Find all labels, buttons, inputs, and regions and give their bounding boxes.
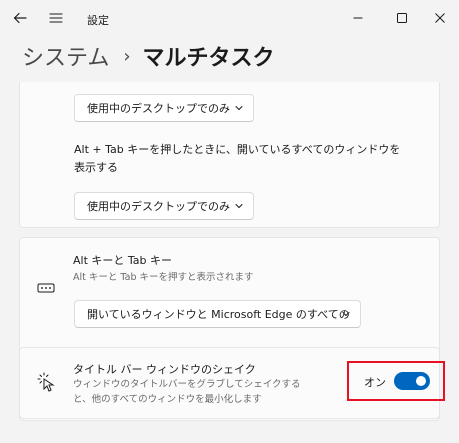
title-bar-shake-card: タイトル バー ウィンドウのシェイク ウィンドウのタイトルバーをグラブしてシェイ… [19,347,445,419]
shake-toggle-switch[interactable] [394,372,430,390]
close-icon [435,13,445,23]
breadcrumb-separator: › [123,45,131,67]
dropdown-value: 使用中のデスクトップでのみ [87,102,230,115]
back-button[interactable] [6,6,34,30]
keyboard-icon [37,283,55,293]
hamburger-menu-icon [49,13,63,23]
minimize-icon [353,17,363,19]
shake-description: ウィンドウのタイトルバーをグラブしてシェイクすると、他のすべてのウィンドウを最小… [73,379,301,405]
alt-tab-desktop-settings-card: 使用中のデスクトップでのみ Alt + Tab キーを押したときに、開いているす… [19,82,440,228]
breadcrumb-parent-system[interactable]: システム [22,40,109,72]
toggle-state-label: オン [364,376,386,389]
page-title: マルチタスク [142,46,275,71]
shake-title: タイトル バー ウィンドウのシェイク [73,363,256,376]
alt-tab-content-dropdown[interactable]: 開いているウィンドウと Microsoft Edge のすべての [74,300,361,328]
back-arrow-icon [13,12,27,24]
alt-tab-windows-label: Alt + Tab キーを押したときに、開いているすべてのウィンドウを表示する [74,143,401,174]
desktop-filter-dropdown[interactable]: 使用中のデスクトップでのみ [74,94,254,122]
alt-tab-subtitle: Alt キーと Tab キーを押すと表示されます [73,272,254,283]
settings-content[interactable]: 使用中のデスクトップでのみ Alt + Tab キーを押したときに、開いているす… [0,82,459,443]
minimize-button[interactable] [344,6,372,30]
shake-toggle-highlight: オン [347,361,445,401]
chevron-down-icon [235,106,243,111]
alt-tab-desktop-dropdown[interactable]: 使用中のデスクトップでのみ [74,192,254,220]
app-title: 設定 [87,14,109,27]
toggle-knob [416,376,426,386]
breadcrumb: システム › マルチタスク [22,38,275,74]
title-bar: 設定 [0,0,459,38]
chevron-down-icon [342,312,350,317]
alt-tab-title: Alt キーと Tab キー [73,254,173,267]
dropdown-value: 開いているウィンドウと Microsoft Edge のすべての [87,308,350,321]
maximize-button[interactable] [388,6,416,30]
navigation-menu-button[interactable] [42,6,70,30]
chevron-down-icon [235,204,243,209]
close-button[interactable] [426,6,454,30]
shake-cursor-icon [37,372,55,392]
maximize-icon [397,13,407,23]
dropdown-value: 使用中のデスクトップでのみ [87,200,230,213]
